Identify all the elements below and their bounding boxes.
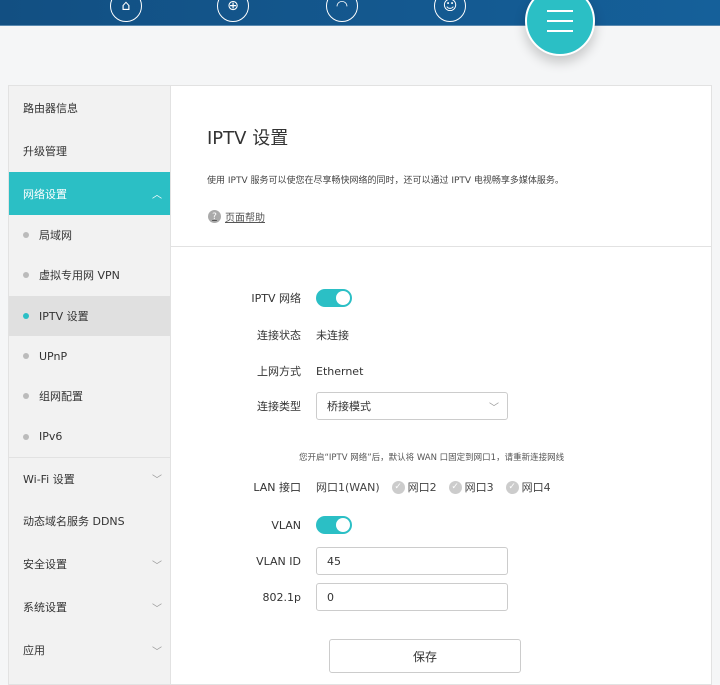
divider [171,246,711,247]
vlan-row: VLAN [171,516,352,534]
chevron-up-icon: ︿ [152,190,162,201]
main-panel: 路由器信息 升级管理 网络设置 ︿ 局域网 虚拟专用网 VPN IPTV 设置 U… [8,85,712,685]
wifi-icon[interactable]: ◠ [326,0,358,22]
dot-icon [23,232,29,239]
chevron-down-icon: ﹀ [152,475,162,487]
sidebar-sub-upnp[interactable]: UPnP [9,336,170,376]
sidebar-sub-iptv[interactable]: IPTV 设置 [9,295,170,336]
port-label: 网口2 [407,481,437,494]
check-icon: ✓ [391,480,405,494]
status-label: 连接状态 [257,329,301,342]
save-button[interactable]: 保存 [329,639,521,673]
chevron-down-icon: ﹀ [152,603,162,615]
label: 应用 [23,644,45,658]
vlan-label: VLAN [271,518,301,532]
home-icon[interactable]: ⌂ [110,0,142,22]
type-row: 连接类型 桥接模式 ﹀ [171,392,508,420]
sidebar-item-ddns[interactable]: 动态域名服务 DDNS [9,500,170,543]
sidebar-item-network[interactable]: 网络设置 ︿ [9,172,170,215]
sidebar-item-router-info[interactable]: 路由器信息 [9,86,170,129]
user-icon[interactable]: ☺ [434,0,466,22]
label: 虚拟专用网 VPN [39,269,120,283]
check-icon: ✓ [505,480,519,494]
check-icon: ✓ [448,480,462,494]
chevron-down-icon: ﹀ [152,560,162,572]
iptv-toggle[interactable] [316,289,352,307]
vlanid-row: VLAN ID 45 [171,547,508,575]
mode-label: 上网方式 [257,365,301,378]
dot-icon [23,272,29,279]
port-label: 网口3 [464,481,494,494]
label: 动态域名服务 DDNS [23,515,125,529]
sidebar-sub-mesh[interactable]: 组网配置 [9,376,170,416]
label: 路由器信息 [23,101,78,115]
dot-icon [23,312,29,319]
priority-label: 802.1p [262,590,301,604]
priority-row: 802.1p 0 [171,583,508,611]
sidebar-sub-vpn[interactable]: 虚拟专用网 VPN [9,255,170,295]
vlan-id-input[interactable]: 45 [316,547,508,575]
label: Wi-Fi 设置 [23,472,75,486]
lan-row: LAN 接口 网口1(WAN) ✓ 网口2 ✓ 网口3 ✓ 网口4 [171,479,551,495]
page-description: 使用 IPTV 服务可以使您在尽享畅快网络的同时，还可以通过 IPTV 电视畅享… [207,176,564,186]
sidebar-item-system[interactable]: 系统设置 ﹀ [9,586,170,629]
globe-icon[interactable]: ⊕ [217,0,249,22]
priority-input[interactable]: 0 [316,583,508,611]
sidebar-item-upgrade[interactable]: 升级管理 [9,129,170,172]
label: 组网配置 [39,390,83,404]
help-icon: ? [208,210,221,223]
label: 安全设置 [23,558,67,572]
chevron-down-icon: ﹀ [489,402,499,414]
sidebar-item-wifi[interactable]: Wi-Fi 设置 ﹀ [9,456,170,500]
help-label: 页面帮助 [225,213,265,224]
top-nav: ⌂ ⊕ ◠ ☺ [0,0,720,26]
sidebar-sub-lan[interactable]: 局域网 [9,215,170,255]
type-label: 连接类型 [257,400,301,413]
label: 系统设置 [23,601,67,615]
lan-label: LAN 接口 [253,481,301,494]
dot-icon [23,353,29,360]
port-label: 网口4 [521,481,551,494]
content: IPTV 设置 使用 IPTV 服务可以使您在尽享畅快网络的同时，还可以通过 I… [171,86,711,684]
status-row: 连接状态 未连接 [171,327,349,343]
iptv-label: IPTV 网络 [251,292,301,305]
connection-type-select[interactable]: 桥接模式 ﹀ [316,392,508,420]
label: 升级管理 [23,144,67,158]
label: 局域网 [39,229,72,243]
status-value: 未连接 [316,329,349,342]
sidebar-item-security[interactable]: 安全设置 ﹀ [9,543,170,586]
iptv-row: IPTV 网络 [171,289,352,307]
dot-icon [23,393,29,400]
sidebar: 路由器信息 升级管理 网络设置 ︿ 局域网 虚拟专用网 VPN IPTV 设置 U… [9,86,171,684]
menu-button[interactable] [525,0,595,56]
help-link[interactable]: ? 页面帮助 [208,209,265,224]
iptv-note: 您开启“IPTV 网络”后，默认将 WAN 口固定到网口1，请重新连接网线 [299,453,565,463]
port-checkbox-2[interactable]: ✓ 网口2 [391,479,437,495]
type-value: 桥接模式 [327,400,371,413]
label: UPnP [39,349,68,363]
vlan-toggle[interactable] [316,516,352,534]
wan-port: 网口1(WAN) [316,481,380,494]
sidebar-item-apps[interactable]: 应用 ﹀ [9,629,170,672]
label: 网络设置 [23,187,67,201]
label: IPTV 设置 [39,309,89,323]
label: IPv6 [39,430,63,444]
page-title: IPTV 设置 [207,128,289,149]
chevron-down-icon: ﹀ [152,646,162,658]
mode-row: 上网方式 Ethernet [171,363,363,379]
mode-value: Ethernet [316,364,364,378]
sidebar-sub-ipv6[interactable]: IPv6 [9,416,170,456]
dot-icon [23,433,29,440]
vlanid-label: VLAN ID [256,554,301,568]
port-list: 网口1(WAN) ✓ 网口2 ✓ 网口3 ✓ 网口4 [316,479,551,495]
port-checkbox-4[interactable]: ✓ 网口4 [505,479,551,495]
port-checkbox-3[interactable]: ✓ 网口3 [448,479,494,495]
